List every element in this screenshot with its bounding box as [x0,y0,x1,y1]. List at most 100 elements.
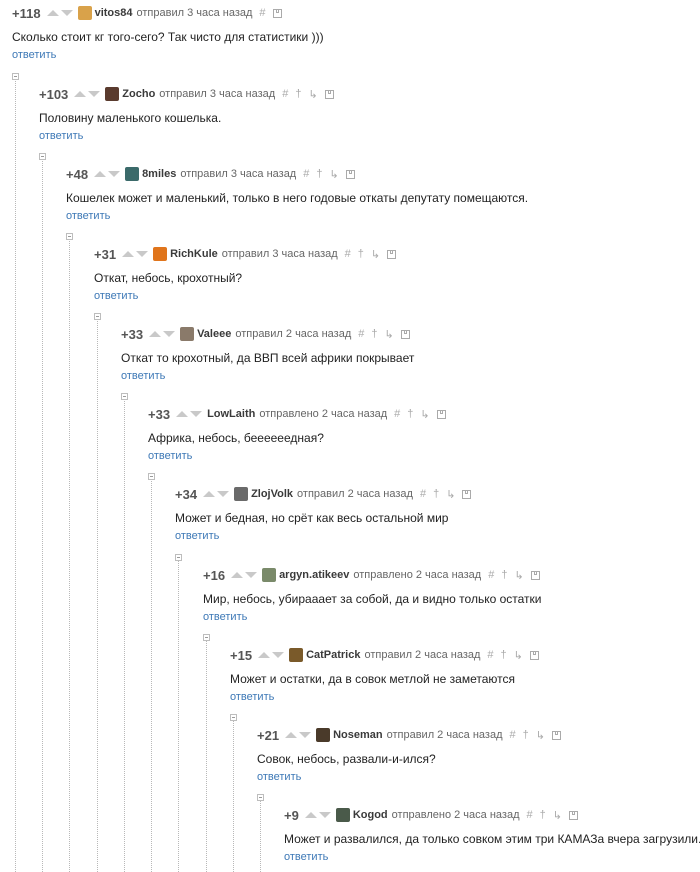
avatar[interactable] [77,6,92,20]
comment-timestamp[interactable]: отправил 2 часа назад [297,488,413,500]
reply-link[interactable]: ответить [12,49,56,61]
collapse-toggle[interactable] [230,714,237,721]
comment-timestamp[interactable]: отправил 2 часа назад [235,328,351,340]
collapse-toggle[interactable] [12,73,19,80]
hash-icon[interactable]: # [510,729,516,741]
floppy-icon[interactable] [530,570,540,580]
avatar[interactable] [289,648,304,662]
comment-timestamp[interactable]: отправлено 2 часа назад [259,408,387,420]
upvote-arrow-icon[interactable] [122,251,135,257]
comment-timestamp[interactable]: отправил 2 часа назад [364,649,480,661]
parent-link-icon[interactable]: ↳ [536,729,545,742]
upvote-arrow-icon[interactable] [304,812,317,818]
hash-icon[interactable]: # [303,168,309,180]
hash-icon[interactable]: # [345,248,351,260]
downvote-arrow-icon[interactable] [299,732,312,738]
floppy-icon[interactable] [529,650,539,660]
hash-icon[interactable]: # [259,7,265,19]
parent-link-icon[interactable]: ↳ [329,168,338,181]
reply-link[interactable]: ответить [175,530,219,542]
upvote-arrow-icon[interactable] [46,10,59,16]
reply-link[interactable]: ответить [121,370,165,382]
comment-author[interactable]: RichKule [170,248,218,260]
comment-author[interactable]: Zocho [122,88,155,100]
collapse-toggle[interactable] [175,554,182,561]
comment-author[interactable]: vitos84 [95,7,133,19]
comment-timestamp[interactable]: отправил 2 часа назад [387,729,503,741]
collapse-toggle[interactable] [148,473,155,480]
reply-link[interactable]: ответить [39,130,83,142]
hash-icon[interactable]: # [358,328,364,340]
hash-icon[interactable]: # [526,809,532,821]
downvote-arrow-icon[interactable] [163,331,176,337]
upvote-arrow-icon[interactable] [176,411,189,417]
avatar[interactable] [180,327,195,341]
parent-link-icon[interactable]: ↳ [371,248,380,261]
comment-author[interactable]: argyn.atikeev [279,569,349,581]
collapse-toggle[interactable] [121,393,128,400]
avatar[interactable] [262,568,277,582]
comment-author[interactable]: Valeee [197,328,231,340]
collapse-toggle[interactable] [66,233,73,240]
comment-timestamp[interactable]: отправил 3 часа назад [137,7,253,19]
dagger-icon[interactable]: † [433,488,439,500]
reply-link[interactable]: ответить [257,771,301,783]
dagger-icon[interactable]: † [371,328,377,340]
reply-link[interactable]: ответить [203,611,247,623]
reply-link[interactable]: ответить [230,691,274,703]
hash-icon[interactable]: # [282,88,288,100]
upvote-arrow-icon[interactable] [231,572,244,578]
dagger-icon[interactable]: † [316,168,322,180]
floppy-icon[interactable] [272,8,282,18]
avatar[interactable] [125,167,140,181]
avatar[interactable] [153,247,168,261]
floppy-icon[interactable] [436,409,446,419]
parent-link-icon[interactable]: ↳ [553,809,562,822]
comment-author[interactable]: Noseman [333,729,383,741]
reply-link[interactable]: ответить [94,290,138,302]
comment-timestamp[interactable]: отправлено 2 часа назад [353,569,481,581]
comment-author[interactable]: CatPatrick [306,649,360,661]
parent-link-icon[interactable]: ↳ [420,408,429,421]
comment-author[interactable]: ZlojVolk [251,488,293,500]
parent-link-icon[interactable]: ↳ [514,649,523,662]
floppy-icon[interactable] [324,89,334,99]
comment-timestamp[interactable]: отправил 3 часа назад [222,248,338,260]
avatar[interactable] [105,87,120,101]
collapse-toggle[interactable] [257,794,264,801]
upvote-arrow-icon[interactable] [149,331,162,337]
floppy-icon[interactable] [387,249,397,259]
downvote-arrow-icon[interactable] [108,171,121,177]
hash-icon[interactable]: # [420,488,426,500]
downvote-arrow-icon[interactable] [217,491,230,497]
comment-timestamp[interactable]: отправлено 2 часа назад [392,809,520,821]
dagger-icon[interactable]: † [540,809,546,821]
parent-link-icon[interactable]: ↳ [514,569,523,582]
upvote-arrow-icon[interactable] [285,732,298,738]
collapse-toggle[interactable] [39,153,46,160]
comment-author[interactable]: LowLaith [207,408,255,420]
floppy-icon[interactable] [345,169,355,179]
downvote-arrow-icon[interactable] [272,652,285,658]
floppy-icon[interactable] [551,730,561,740]
dagger-icon[interactable]: † [295,88,301,100]
hash-icon[interactable]: # [488,569,494,581]
hash-icon[interactable]: # [487,649,493,661]
downvote-arrow-icon[interactable] [88,91,101,97]
comment-timestamp[interactable]: отправил 3 часа назад [180,168,296,180]
hash-icon[interactable]: # [394,408,400,420]
avatar[interactable] [234,487,249,501]
upvote-arrow-icon[interactable] [258,652,271,658]
upvote-arrow-icon[interactable] [74,91,87,97]
floppy-icon[interactable] [462,489,472,499]
dagger-icon[interactable]: † [358,248,364,260]
dagger-icon[interactable]: † [501,649,507,661]
collapse-toggle[interactable] [203,634,210,641]
dagger-icon[interactable]: † [407,408,413,420]
downvote-arrow-icon[interactable] [190,411,203,417]
dagger-icon[interactable]: † [501,569,507,581]
parent-link-icon[interactable]: ↳ [308,88,317,101]
reply-link[interactable]: ответить [66,210,110,222]
comment-author[interactable]: Kogod [353,809,388,821]
parent-link-icon[interactable]: ↳ [446,488,455,501]
